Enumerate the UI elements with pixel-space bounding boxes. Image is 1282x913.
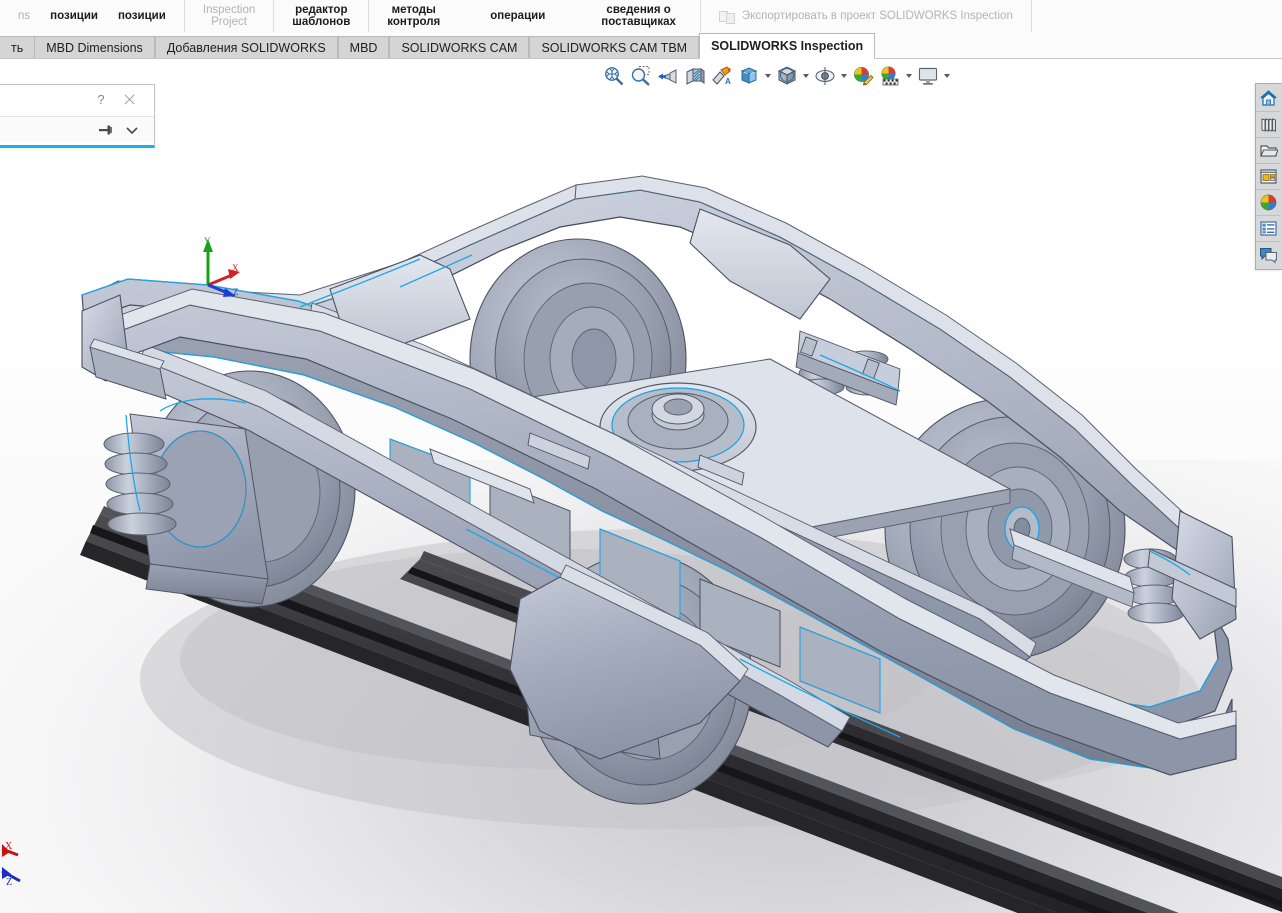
ribbon-group-template-editor: редактор шаблонов xyxy=(274,0,370,32)
tab-bar-filler xyxy=(875,35,1282,59)
origin-triad-y-label: Y xyxy=(204,236,211,246)
apply-scene-dropdown-caret[interactable] xyxy=(903,63,914,90)
task-pane-view-palette-icon[interactable] xyxy=(1256,164,1280,190)
view-orientation-dropdown-caret[interactable] xyxy=(762,63,773,90)
pin-icon[interactable] xyxy=(98,122,114,138)
ribbon-button-control-methods-line1: методы xyxy=(391,4,436,16)
ribbon-button-inspection-project-line1: Inspection xyxy=(202,4,256,16)
ribbon-button-control-methods[interactable]: методы контроля xyxy=(377,0,450,32)
origin-triad-x-label: X xyxy=(232,263,239,273)
origin-triad: Y X Z xyxy=(192,231,254,297)
task-pane xyxy=(1255,83,1282,270)
display-style-icon[interactable] xyxy=(773,63,800,90)
ribbon-button-ns[interactable]: ns xyxy=(8,0,40,32)
display-style-dropdown-caret[interactable] xyxy=(800,63,811,90)
previous-view-icon[interactable] xyxy=(654,63,681,90)
tab-solidworks-addins[interactable]: Добавления SOLIDWORKS xyxy=(154,36,338,59)
task-pane-forum-icon[interactable] xyxy=(1256,242,1280,267)
ribbon-button-inspection-project[interactable]: Inspection Project xyxy=(193,0,265,32)
ribbon-button-positions-2[interactable]: позиции xyxy=(108,0,176,32)
ribbon-button-positions-2-label: позиции xyxy=(117,10,166,22)
tab-mbd-dimensions[interactable]: MBD Dimensions xyxy=(34,36,155,59)
section-view-icon[interactable] xyxy=(681,63,708,90)
ribbon-button-supplier-info[interactable]: сведения о поставщиках xyxy=(591,0,686,32)
ribbon-button-template-editor-line1: редактор xyxy=(295,4,348,16)
tab-solidworks-inspection-label: SOLIDWORKS Inspection xyxy=(711,39,864,53)
task-pane-home-icon[interactable] xyxy=(1256,86,1280,112)
graphics-viewport[interactable]: Y X Z X Z ? A xyxy=(0,59,1282,913)
ribbon-button-supplier-info-line1: сведения о xyxy=(606,4,671,16)
svg-text:A: A xyxy=(725,77,731,86)
command-manager-tabs: ть MBD Dimensions Добавления SOLIDWORKS … xyxy=(0,32,1282,59)
tab-partial-label: ть xyxy=(11,41,24,55)
help-icon[interactable]: ? xyxy=(92,91,110,109)
view-orientation-icon[interactable] xyxy=(735,63,762,90)
task-pane-file-explorer-icon[interactable] xyxy=(1256,138,1280,164)
hide-show-items-dropdown-caret[interactable] xyxy=(838,63,849,90)
task-pane-appearances-icon[interactable] xyxy=(1256,190,1280,216)
reference-triad-x-label: X xyxy=(5,841,13,852)
ribbon-button-positions-1-label: позиции xyxy=(50,10,98,22)
ribbon-group-control-methods: методы контроля xyxy=(369,0,458,32)
tab-mbd-label: MBD xyxy=(349,41,378,55)
ribbon-button-inspection-project-line2: Project xyxy=(211,16,247,28)
ribbon-group-supplier-info: сведения о поставщиках xyxy=(577,0,701,32)
apply-scene-icon[interactable] xyxy=(876,63,903,90)
view-toolbar: A xyxy=(600,61,952,91)
ribbon-toolbar: ns позиции позиции Inspection Project ре… xyxy=(0,0,1282,33)
export-to-inspection-project-button[interactable]: Экспортировать в проект SOLIDWORKS Inspe… xyxy=(709,0,1023,32)
chevron-down-icon[interactable] xyxy=(124,122,140,138)
export-to-inspection-project-label: Экспортировать в проект SOLIDWORKS Inspe… xyxy=(741,10,1013,22)
tab-solidworks-addins-label: Добавления SOLIDWORKS xyxy=(166,41,326,55)
hide-show-items-icon[interactable] xyxy=(811,63,838,90)
view-settings-dropdown-caret[interactable] xyxy=(941,63,952,90)
origin-triad-z-label: Z xyxy=(233,287,239,297)
ribbon-group-positions: ns позиции позиции xyxy=(0,0,185,32)
ribbon-button-ns-label: ns xyxy=(18,10,31,22)
property-panel-titlebar: ? xyxy=(0,85,154,117)
property-manager-panel[interactable]: ? xyxy=(0,84,155,148)
tab-solidworks-cam-tbm-label: SOLIDWORKS CAM TBM xyxy=(541,41,688,55)
tab-solidworks-inspection[interactable]: SOLIDWORKS Inspection xyxy=(699,33,876,59)
reference-triad-z-label: Z xyxy=(6,877,12,888)
tab-solidworks-cam-label: SOLIDWORKS CAM xyxy=(401,41,518,55)
close-icon[interactable] xyxy=(120,91,138,109)
ribbon-button-supplier-info-line2: поставщиках xyxy=(601,16,676,28)
ribbon-button-template-editor[interactable]: редактор шаблонов xyxy=(282,0,360,32)
ribbon-filler xyxy=(1030,0,1282,32)
ribbon-group-inspection-project: Inspection Project xyxy=(185,0,275,32)
solidworks-window: ns позиции позиции Inspection Project ре… xyxy=(0,0,1282,913)
ribbon-button-control-methods-line2: контроля xyxy=(387,16,441,28)
task-pane-design-library-icon[interactable] xyxy=(1256,112,1280,138)
property-panel-toolbar xyxy=(0,117,154,142)
ribbon-button-operations-label: операции xyxy=(490,10,546,22)
railway-bogie-model xyxy=(0,59,1282,913)
tab-solidworks-cam-tbm[interactable]: SOLIDWORKS CAM TBM xyxy=(529,36,700,59)
tab-solidworks-cam[interactable]: SOLIDWORKS CAM xyxy=(389,36,530,59)
edit-appearance-icon[interactable] xyxy=(849,63,876,90)
ribbon-group-export: Экспортировать в проект SOLIDWORKS Inspe… xyxy=(701,0,1031,32)
ribbon-button-operations[interactable]: операции xyxy=(480,0,555,32)
zoom-to-area-icon[interactable] xyxy=(627,63,654,90)
tab-partial[interactable]: ть xyxy=(0,36,35,59)
tab-mbd[interactable]: MBD xyxy=(337,36,390,59)
export-icon xyxy=(718,9,735,24)
measure-icon[interactable]: A xyxy=(708,63,735,90)
ribbon-button-template-editor-line2: шаблонов xyxy=(292,16,351,28)
tab-mbd-dimensions-label: MBD Dimensions xyxy=(46,41,143,55)
ribbon-button-positions-1[interactable]: позиции xyxy=(40,0,108,32)
task-pane-custom-properties-icon[interactable] xyxy=(1256,216,1280,242)
reference-triad: X Z xyxy=(0,841,46,903)
view-settings-icon[interactable] xyxy=(914,63,941,90)
zoom-to-fit-icon[interactable] xyxy=(600,63,627,90)
ribbon-group-operations: операции xyxy=(458,0,577,32)
